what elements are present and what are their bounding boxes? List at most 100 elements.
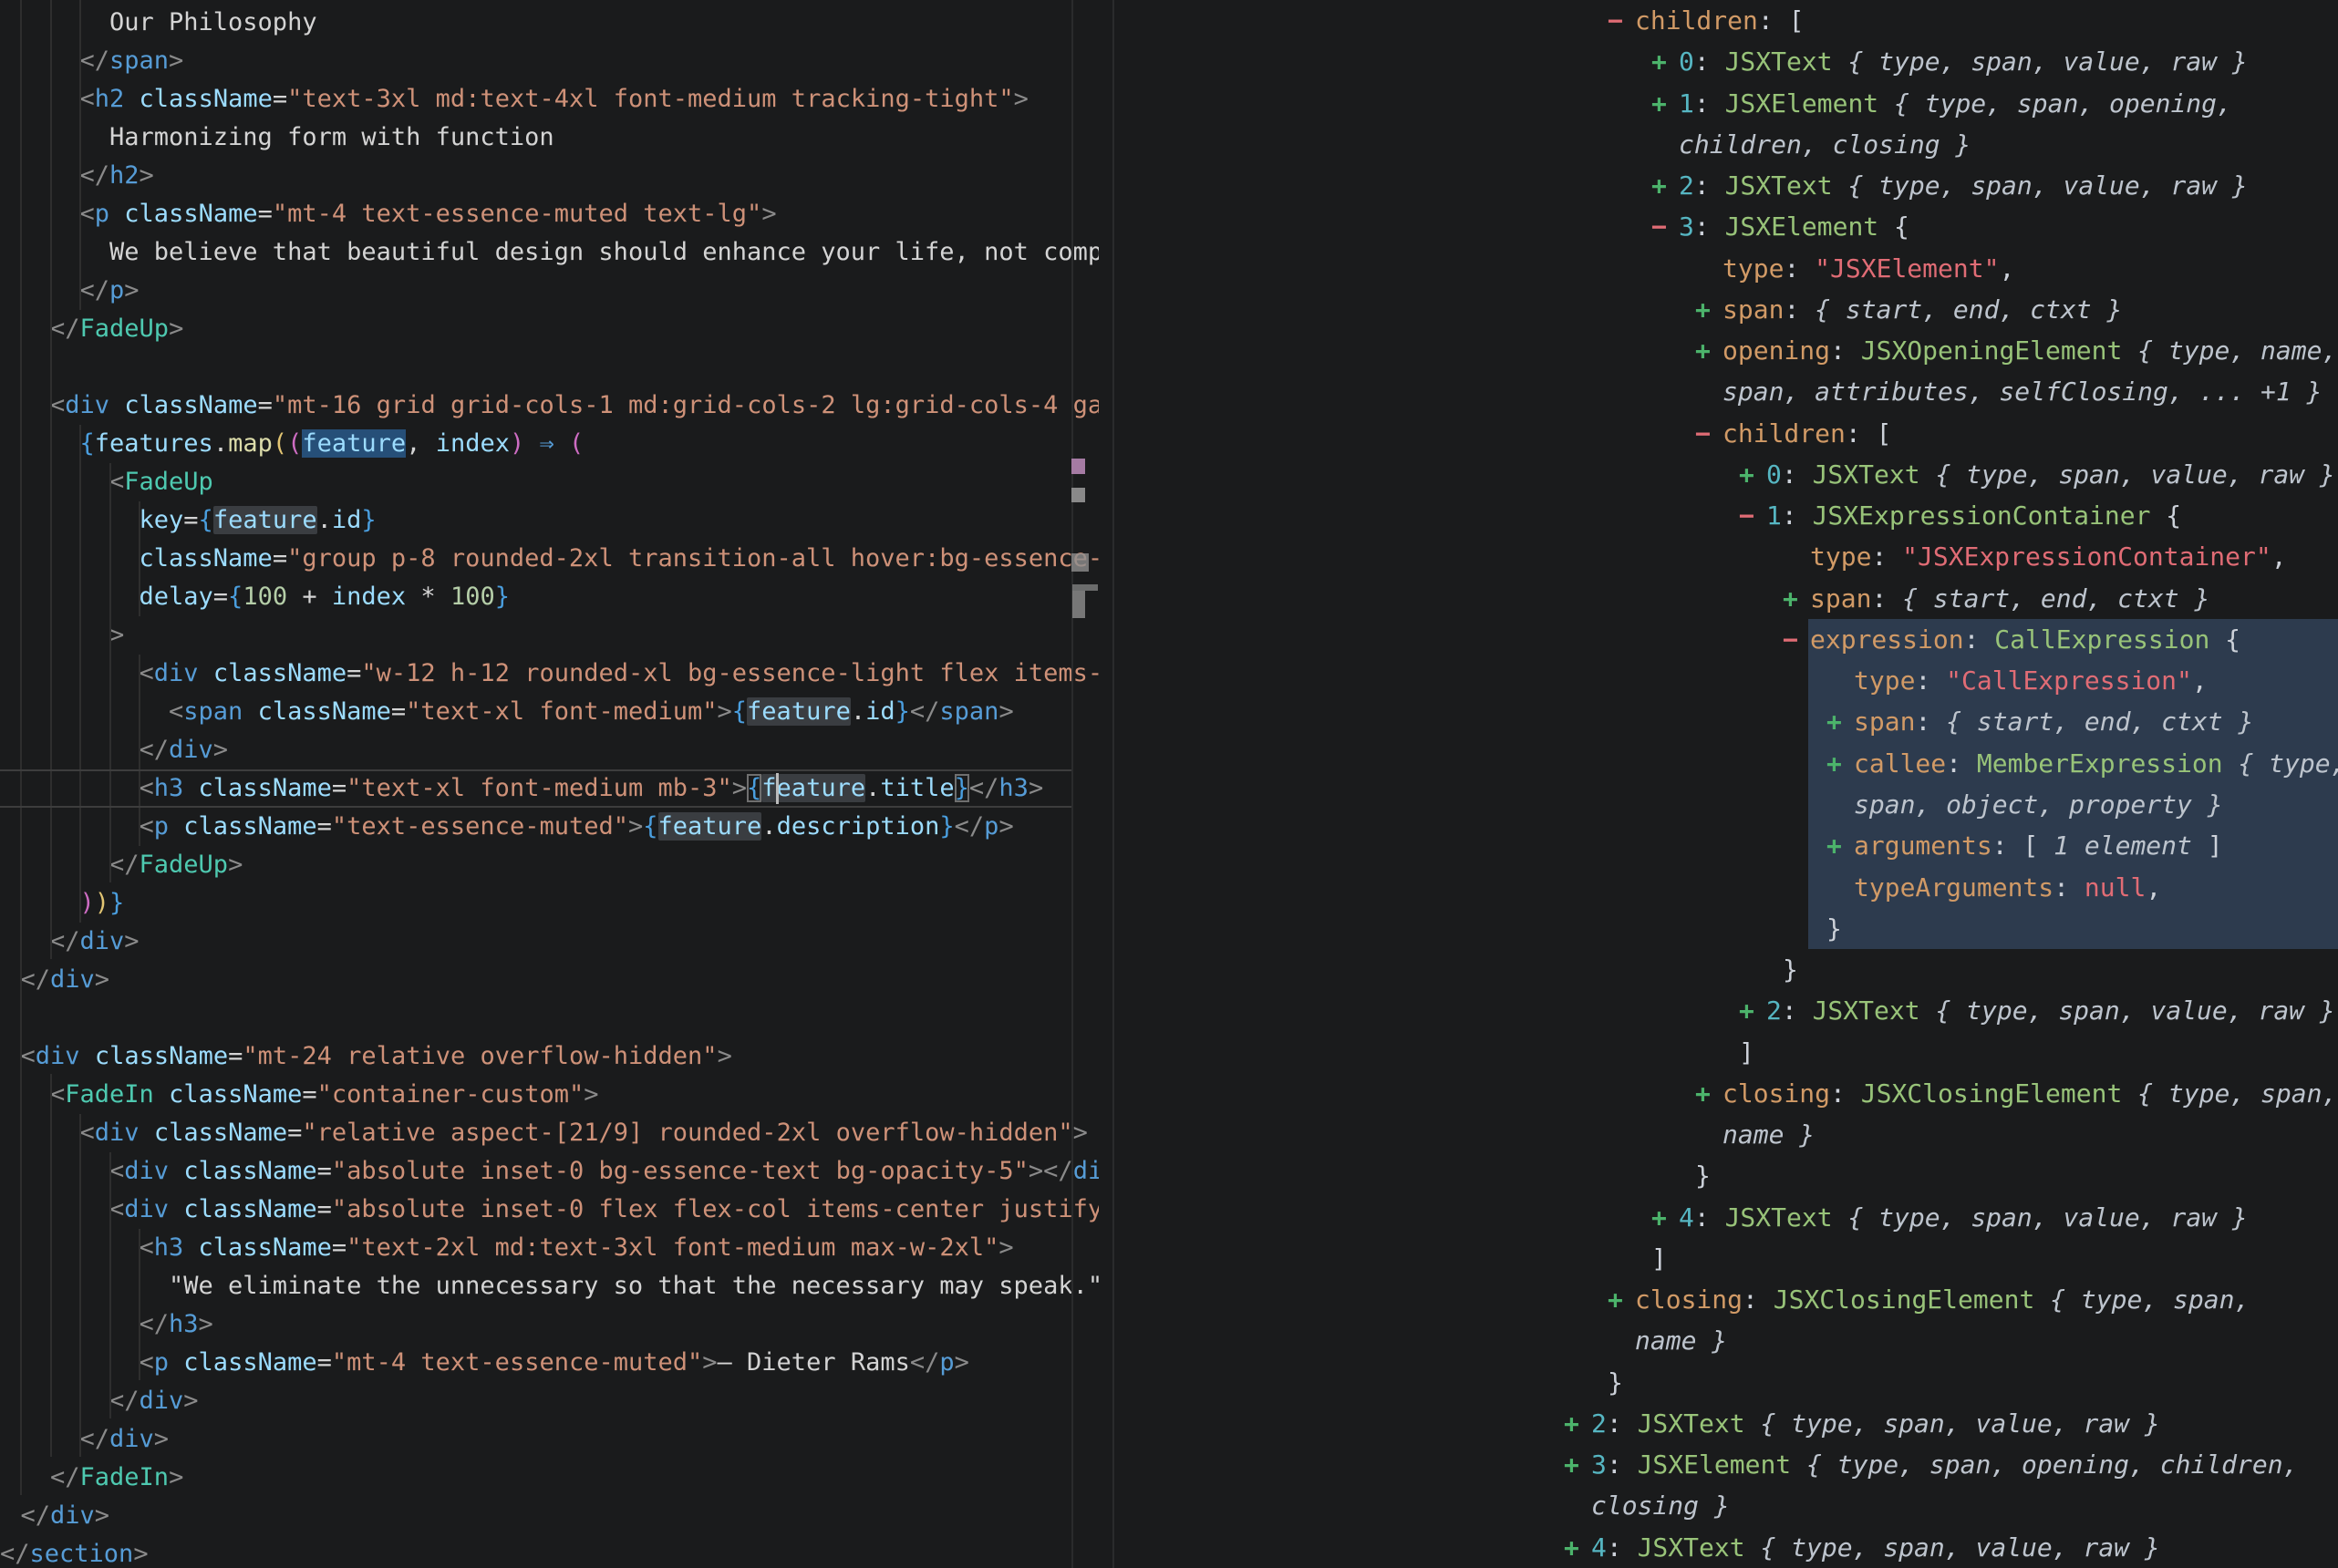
ast-node-row[interactable]: +3: JSXElement { type, span, opening, ch… <box>1114 1444 2338 1486</box>
code-line[interactable]: <div className="mt-24 relative overflow-… <box>0 1037 1099 1076</box>
ast-node-row[interactable]: +callee: MemberExpression { type, <box>1114 743 2338 785</box>
code-line[interactable]: </div> <box>0 1420 1099 1459</box>
expand-node-icon[interactable]: + <box>1695 289 1722 330</box>
ast-node-row[interactable]: −expression: CallExpression { <box>1114 619 2338 661</box>
ast-node-row[interactable]: +2: JSXText { type, span, value, raw } <box>1114 165 2338 207</box>
code-line[interactable]: <span className="text-xl font-medium">{f… <box>0 693 1099 731</box>
code-line[interactable]: </span> <box>0 42 1099 80</box>
code-line[interactable] <box>0 348 1099 387</box>
ast-node-row[interactable]: +0: JSXText { type, span, value, raw } <box>1114 454 2338 496</box>
code-line[interactable]: <FadeIn className="container-custom"> <box>0 1076 1099 1114</box>
code-token: > <box>124 276 139 304</box>
code-line[interactable]: className="group p-8 rounded-2xl transit… <box>0 540 1099 578</box>
collapse-node-icon[interactable]: − <box>1608 0 1635 41</box>
collapse-node-icon[interactable]: − <box>1695 413 1722 454</box>
expand-node-icon[interactable]: + <box>1739 990 1766 1031</box>
code-line[interactable]: "We eliminate the unnecessary so that th… <box>0 1267 1099 1305</box>
code-token: div <box>140 1387 184 1415</box>
ast-node-row[interactable]: +span: { start, end, ctxt } <box>1114 578 2338 620</box>
code-line[interactable]: <p className="text-essence-muted">{featu… <box>0 808 1099 846</box>
code-line[interactable]: <div className="absolute inset-0 bg-esse… <box>0 1152 1099 1191</box>
ast-node-row[interactable]: +4: JSXText { type, span, value, raw } <box>1114 1197 2338 1239</box>
code-line[interactable]: <h3 className="text-xl font-medium mb-3"… <box>0 769 1099 808</box>
code-token: { <box>228 583 243 611</box>
code-editor-viewport[interactable]: Our Philosophy</span><h2 className="text… <box>0 0 1099 1568</box>
ast-token: 0 <box>1679 46 1694 77</box>
code-token: } <box>109 889 124 917</box>
ast-node-row[interactable]: +closing: JSXClosingElement { type, span… <box>1114 1279 2338 1321</box>
expand-node-icon[interactable]: + <box>1695 330 1722 371</box>
ast-node-row[interactable]: +0: JSXText { type, span, value, raw } <box>1114 41 2338 83</box>
expand-node-icon[interactable]: + <box>1739 454 1766 495</box>
ast-node-row[interactable]: +span: { start, end, ctxt } <box>1114 289 2338 331</box>
expand-node-icon[interactable]: + <box>1651 83 1679 124</box>
ast-node-row[interactable]: type: "JSXExpressionContainer", <box>1114 536 2338 578</box>
expand-node-icon[interactable]: + <box>1651 41 1679 82</box>
code-line[interactable]: </h3> <box>0 1305 1099 1344</box>
code-editor-pane[interactable]: Our Philosophy</span><h2 className="text… <box>0 0 1114 1568</box>
expand-node-icon[interactable]: + <box>1826 743 1854 784</box>
ast-node-row[interactable]: +2: JSXText { type, span, value, raw } <box>1114 990 2338 1032</box>
collapse-node-icon[interactable]: − <box>1739 495 1766 536</box>
expand-node-icon[interactable]: + <box>1564 1403 1591 1444</box>
code-line[interactable]: {features.map((feature, index) ⇒ ( <box>0 425 1099 463</box>
ast-node-row[interactable]: +span: { start, end, ctxt } <box>1114 701 2338 743</box>
code-token: section <box>30 1540 134 1568</box>
ast-tree-pane[interactable]: −children: [+0: JSXText { type, span, va… <box>1114 0 2338 1568</box>
code-line[interactable]: <h2 className="text-3xl md:text-4xl font… <box>0 80 1099 119</box>
ast-node-row[interactable]: type: "CallExpression", <box>1114 660 2338 702</box>
ast-node-row[interactable]: +closing: JSXClosingElement { type, span… <box>1114 1073 2338 1115</box>
code-line[interactable]: </FadeIn> <box>0 1459 1099 1497</box>
code-line[interactable]: Our Philosophy <box>0 4 1099 42</box>
code-line[interactable]: > <box>0 616 1099 655</box>
code-line[interactable]: <div className="relative aspect-[21/9] r… <box>0 1114 1099 1152</box>
code-line[interactable] <box>0 999 1099 1037</box>
ast-node-row[interactable]: type: "JSXElement", <box>1114 248 2338 290</box>
code-line[interactable]: <FadeUp <box>0 463 1099 501</box>
code-line[interactable]: </FadeUp> <box>0 310 1099 348</box>
expand-node-icon[interactable]: + <box>1651 1197 1679 1238</box>
ast-node-row[interactable]: −children: [ <box>1114 413 2338 455</box>
ast-node-row[interactable]: +1: JSXElement { type, span, opening, <box>1114 83 2338 125</box>
code-line[interactable]: </div> <box>0 961 1099 999</box>
code-line[interactable]: <p className="mt-4 text-essence-muted te… <box>0 195 1099 233</box>
code-line[interactable]: </div> <box>0 731 1099 769</box>
expand-node-icon[interactable]: + <box>1826 825 1854 866</box>
code-line[interactable]: <div className="absolute inset-0 flex fl… <box>0 1191 1099 1229</box>
code-line[interactable]: </FadeUp> <box>0 846 1099 884</box>
ast-node-row[interactable]: +arguments: [ 1 element ] <box>1114 825 2338 867</box>
collapse-node-icon[interactable]: − <box>1651 206 1679 247</box>
ast-node-row[interactable]: +4: JSXText { type, span, value, raw } <box>1114 1527 2338 1568</box>
ast-node-row[interactable]: −children: [ <box>1114 0 2338 42</box>
ast-node-row[interactable]: typeArguments: null, <box>1114 867 2338 909</box>
code-line[interactable]: <p className="mt-4 text-essence-muted">—… <box>0 1344 1099 1382</box>
code-line[interactable]: </section> <box>0 1535 1099 1568</box>
expand-node-icon[interactable]: + <box>1651 165 1679 206</box>
code-line[interactable]: </div> <box>0 1497 1099 1535</box>
code-token: { <box>80 429 95 458</box>
code-line[interactable]: <div className="mt-16 grid grid-cols-1 m… <box>0 387 1099 425</box>
expand-node-icon[interactable]: + <box>1783 578 1810 619</box>
ast-node-row[interactable]: −1: JSXExpressionContainer { <box>1114 495 2338 537</box>
ast-node-row[interactable]: −3: JSXElement { <box>1114 206 2338 248</box>
code-token: > <box>95 1501 109 1530</box>
ast-node-row[interactable]: +2: JSXText { type, span, value, raw } <box>1114 1403 2338 1445</box>
code-line[interactable]: key={feature.id} <box>0 501 1099 540</box>
code-line[interactable]: <div className="w-12 h-12 rounded-xl bg-… <box>0 655 1099 693</box>
code-line[interactable]: Harmonizing form with function <box>0 119 1099 157</box>
code-line[interactable]: We believe that beautiful design should … <box>0 233 1099 272</box>
code-line[interactable]: </div> <box>0 1382 1099 1420</box>
code-line[interactable]: </h2> <box>0 157 1099 195</box>
expand-node-icon[interactable]: + <box>1608 1279 1635 1320</box>
expand-node-icon[interactable]: + <box>1564 1444 1591 1485</box>
expand-node-icon[interactable]: + <box>1695 1073 1722 1114</box>
code-line[interactable]: <h3 className="text-2xl md:text-3xl font… <box>0 1229 1099 1267</box>
code-line[interactable]: </div> <box>0 923 1099 961</box>
code-line[interactable]: delay={100 + index * 100} <box>0 578 1099 616</box>
collapse-node-icon[interactable]: − <box>1783 619 1810 660</box>
code-line[interactable]: ))} <box>0 884 1099 923</box>
expand-node-icon[interactable]: + <box>1564 1527 1591 1568</box>
code-line[interactable]: </p> <box>0 272 1099 310</box>
expand-node-icon[interactable]: + <box>1826 701 1854 742</box>
ast-node-row[interactable]: +opening: JSXOpeningElement { type, name… <box>1114 330 2338 372</box>
